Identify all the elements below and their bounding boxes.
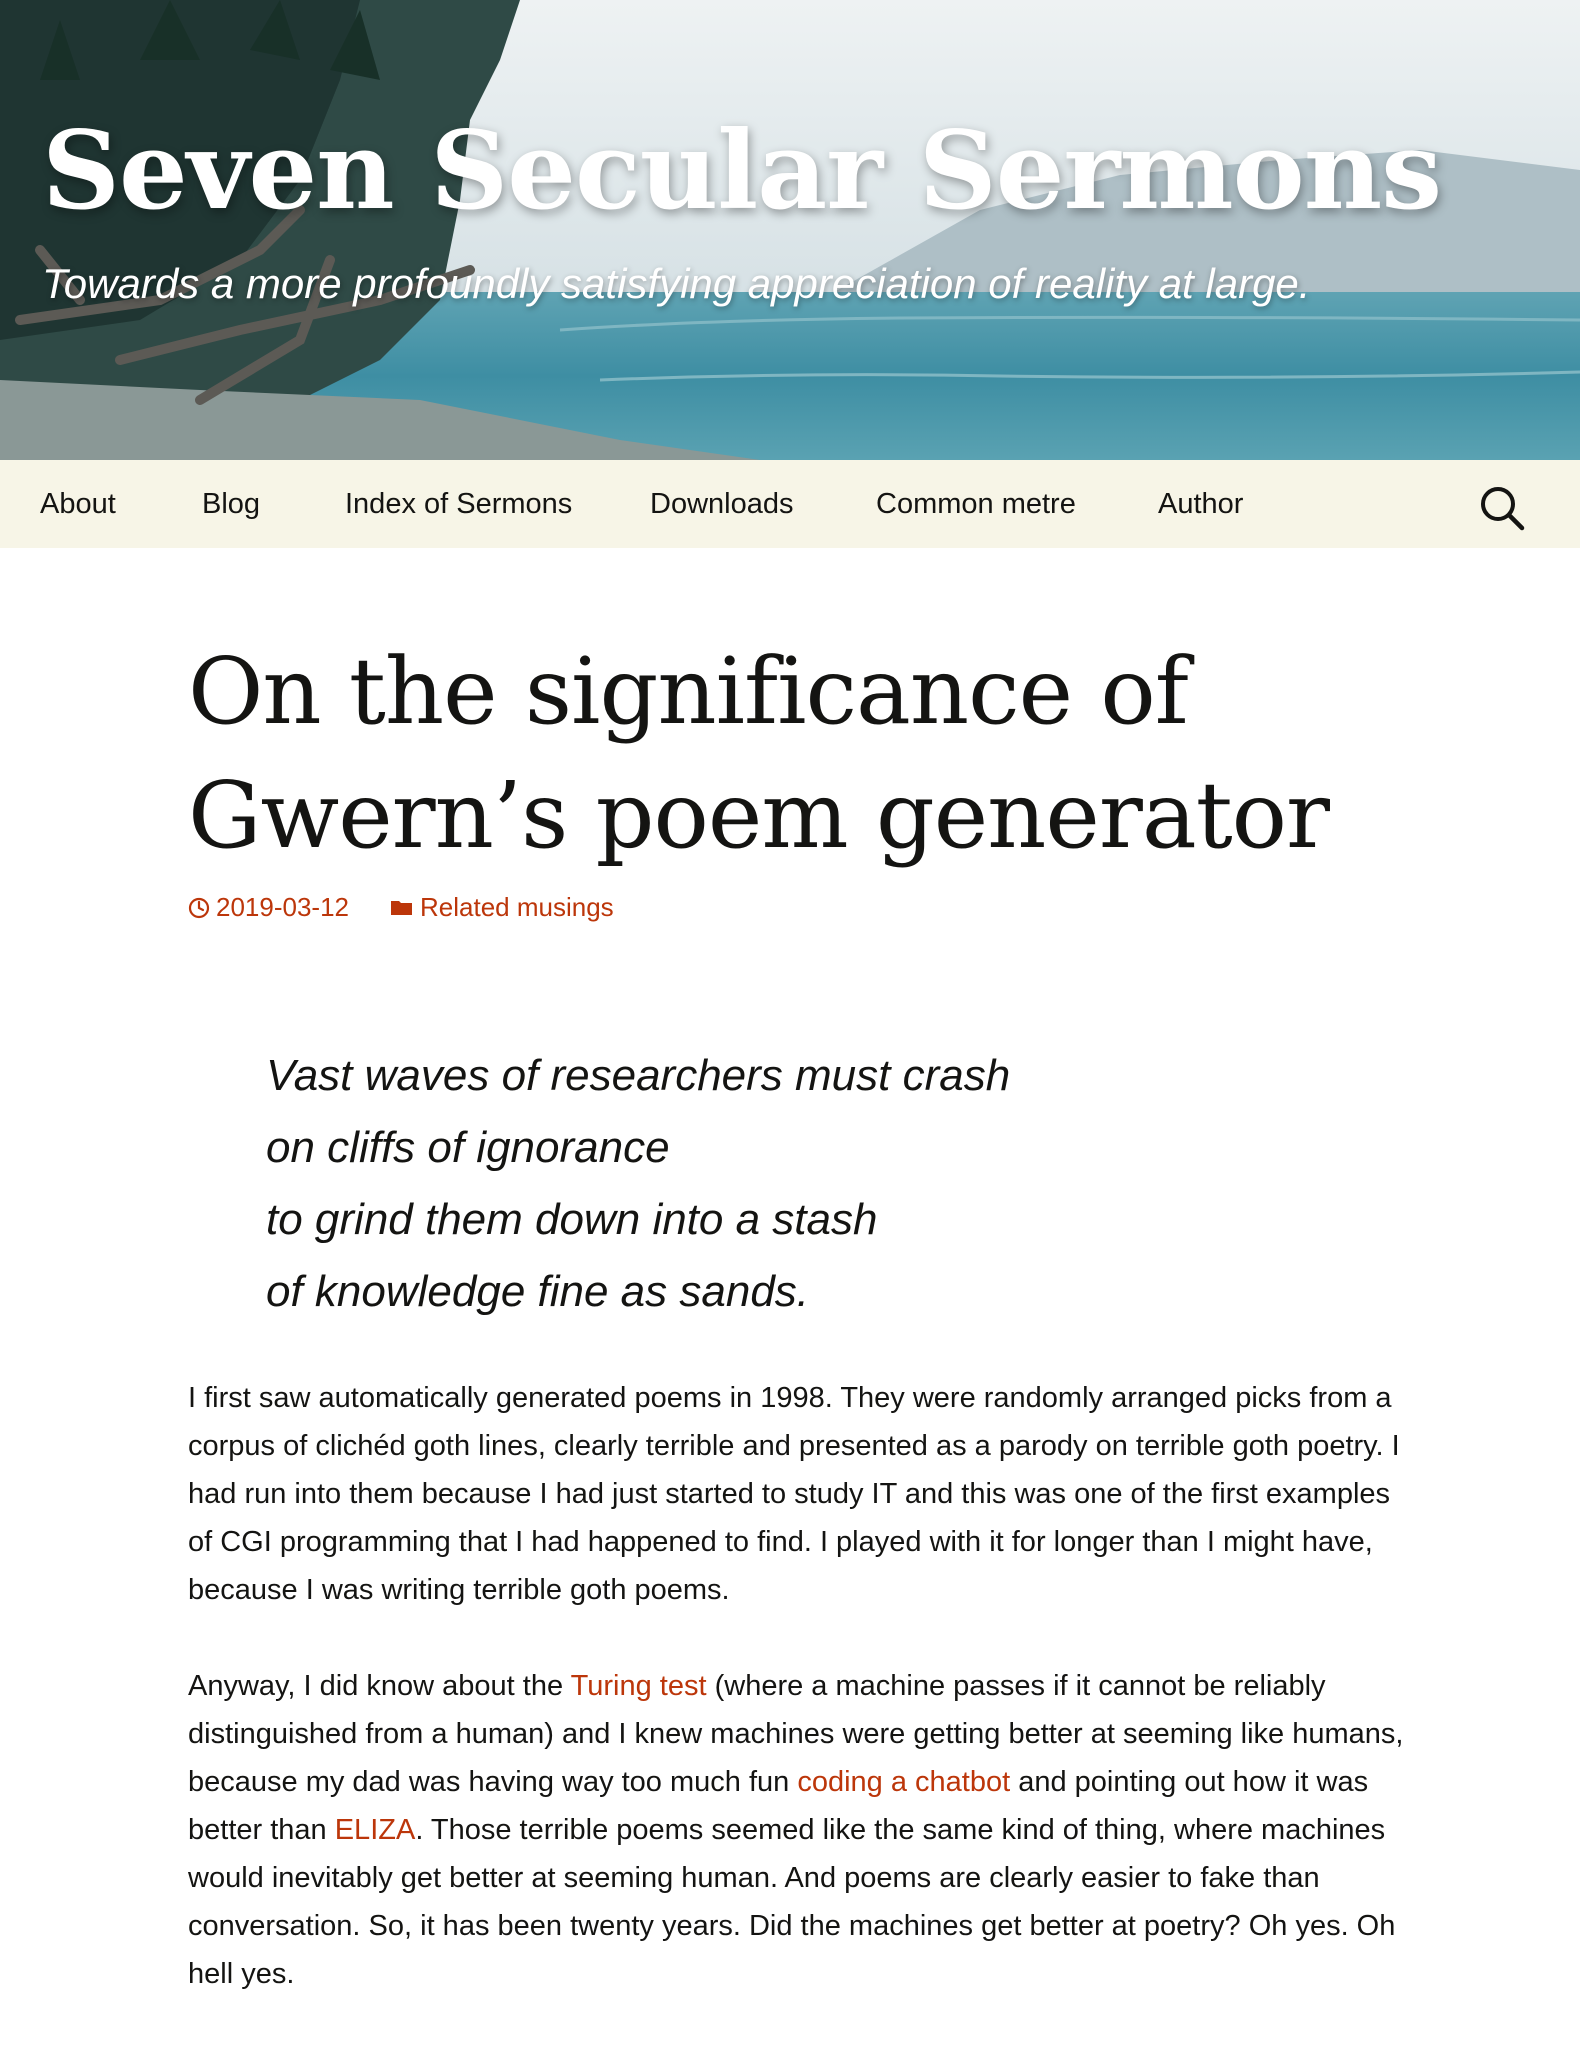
paragraph-2: Anyway, I did know about the Turing test… — [188, 1662, 1408, 1998]
nav-item-about[interactable]: About — [40, 460, 116, 548]
poem-blockquote: Vast waves of researchers must crash on … — [266, 1040, 1010, 1328]
post-category: Related musings — [420, 892, 614, 922]
search-button[interactable] — [1478, 484, 1526, 532]
eliza-link[interactable]: ELIZA — [335, 1814, 416, 1846]
poem-line: on cliffs of ignorance — [266, 1123, 670, 1172]
nav-item-index-of-sermons[interactable]: Index of Sermons — [345, 460, 572, 548]
site-tagline: Towards a more profoundly satisfying app… — [42, 260, 1311, 307]
clock-icon — [188, 897, 210, 918]
nav-item-blog[interactable]: Blog — [202, 460, 260, 548]
nav-item-downloads[interactable]: Downloads — [650, 460, 793, 548]
post-date-link[interactable]: 2019-03-12 — [188, 892, 349, 923]
nav-item-author[interactable]: Author — [1158, 460, 1243, 548]
post-category-link[interactable]: Related musings — [390, 892, 614, 923]
poem-line: to grind them down into a stash — [266, 1195, 878, 1244]
post-title: On the significance of Gwern’s poem gene… — [188, 638, 1330, 869]
folder-icon — [391, 900, 412, 915]
main-navigation: About Blog Index of Sermons Downloads Co… — [0, 460, 1580, 548]
site-title[interactable]: Seven Secular Sermons — [42, 112, 1442, 231]
nav-item-common-metre[interactable]: Common metre — [876, 460, 1076, 548]
search-icon — [1481, 487, 1525, 531]
site-header: Seven Secular Sermons Towards a more pro… — [0, 0, 1580, 460]
poem-line: of knowledge fine as sands. — [266, 1267, 810, 1316]
turing-test-link[interactable]: Turing test — [571, 1670, 707, 1702]
paragraph-text: Anyway, I did know about the — [188, 1670, 571, 1702]
poem-line: Vast waves of researchers must crash — [266, 1051, 1011, 1100]
paragraph-1: I first saw automatically generated poem… — [188, 1382, 1400, 1606]
post-date: 2019-03-12 — [216, 892, 349, 922]
coding-a-chatbot-link[interactable]: coding a chatbot — [797, 1766, 1010, 1798]
